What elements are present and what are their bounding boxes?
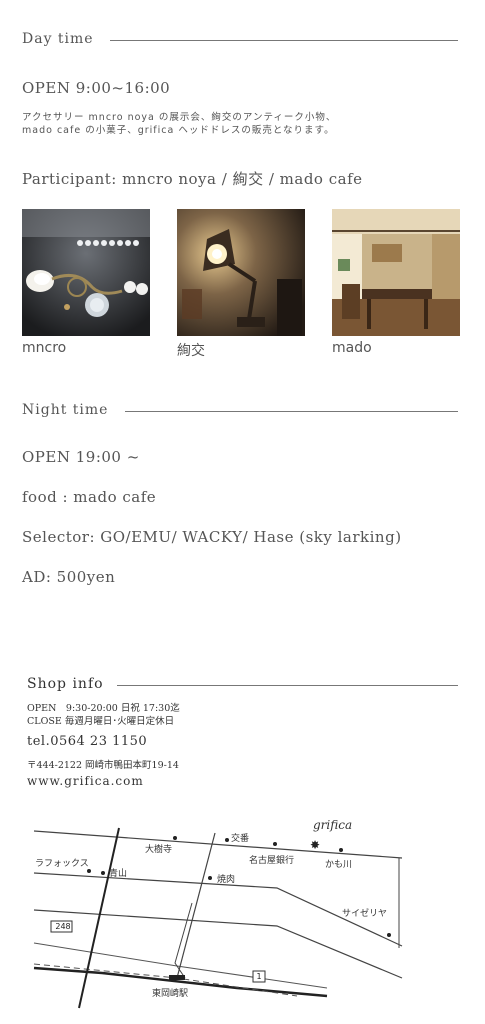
day-time-rule: [110, 40, 458, 41]
map-label-nagoya-bank: 名古屋銀行: [249, 856, 295, 866]
day-open-hours: OPEN 9:00~16:00: [22, 79, 171, 97]
night-selector: Selector: GO/EMU/ WACKY/ Hase (sky larki…: [22, 528, 402, 546]
map-label-kamokawa: かも川: [325, 860, 353, 870]
shop-address: 〒444-2122 岡崎市鴨田本町19-14: [27, 760, 179, 771]
shop-info-heading: Shop info: [27, 676, 104, 692]
station-icon: [169, 975, 185, 980]
lamp-image: [177, 209, 305, 336]
shop-website[interactable]: www.grifica.com: [27, 774, 144, 788]
shop-closed-days: CLOSE 毎週月曜日･火曜日定休日: [27, 716, 175, 727]
map-label-station: 東岡崎駅: [152, 989, 189, 999]
grifica-star-icon: ✸: [310, 838, 320, 852]
day-description: アクセサリー mncro noya の展示会、絢交のアンティーク小物、 mado…: [22, 111, 462, 137]
photo-mncro: [22, 209, 150, 336]
mncro-accessory-image: [22, 209, 150, 336]
night-time-heading: Night time: [22, 402, 109, 418]
night-admission: AD: 500yen: [22, 568, 116, 586]
map-label-aoyama: 青山: [109, 869, 128, 879]
shop-open-hours: OPEN 9:30-20:00 日祝 17:30迄: [27, 703, 180, 714]
night-open-hours: OPEN 19:00 ~: [22, 448, 140, 466]
photo-caption-mncro: mncro: [22, 340, 67, 356]
shop-info-rule: [117, 685, 458, 686]
cafe-interior-image: [332, 209, 460, 336]
night-time-rule: [125, 411, 458, 412]
map-label-route248: 248: [55, 922, 71, 931]
day-description-line-1: アクセサリー mncro noya の展示会、絢交のアンティーク小物、: [22, 112, 337, 123]
map-label-route1: 1: [256, 972, 262, 981]
photo-ayakou: [177, 209, 305, 336]
map-label-daijuji: 大樹寺: [145, 845, 173, 855]
map-label-grifica: grifica: [313, 818, 353, 832]
photo-caption-mado: mado: [332, 340, 372, 356]
map-label-saizeriya: サイゼリヤ: [342, 909, 388, 919]
day-description-line-2: mado cafe の小菓子、grifica ヘッドドレスの販売となります。: [22, 125, 335, 136]
night-food: food : mado cafe: [22, 488, 157, 506]
map-label-laforkusu: ラフォックス: [35, 859, 89, 869]
shop-map: ✸ grifica 交番 大樹寺 名古屋銀行 かも川 ラフォックス 青山 焼肉 …: [27, 818, 412, 1018]
photo-caption-ayakou: 絢交: [177, 343, 205, 359]
map-label-yakiniku: 焼肉: [217, 875, 236, 885]
shop-phone[interactable]: tel.0564 23 1150: [27, 734, 147, 749]
photo-mado: [332, 209, 460, 336]
participant-line: Participant: mncro noya / 絢交 / mado cafe: [22, 170, 363, 188]
map-label-koban: 交番: [231, 834, 250, 844]
day-time-heading: Day time: [22, 31, 94, 47]
